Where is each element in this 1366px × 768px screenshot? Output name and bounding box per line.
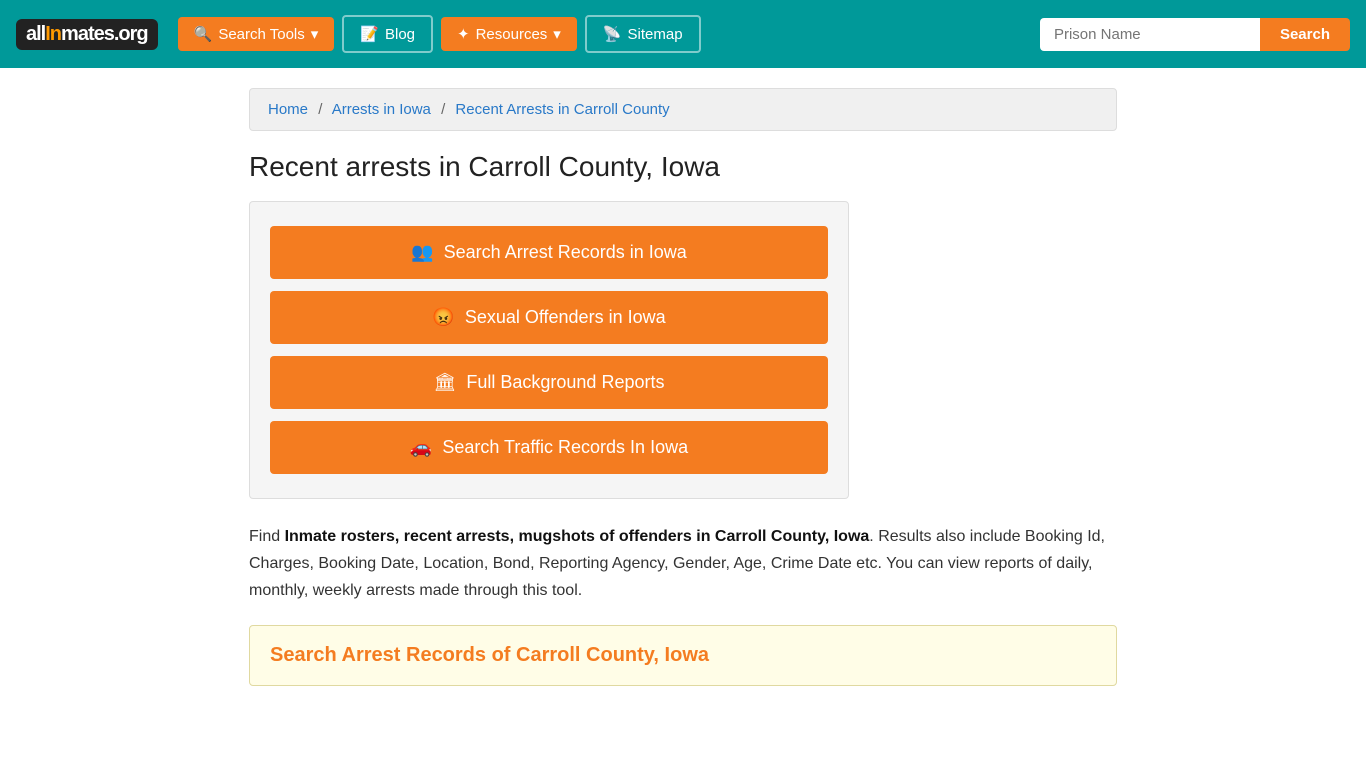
background-reports-button[interactable]: 🏛 Full Background Reports <box>270 356 828 409</box>
sexual-offenders-label: Sexual Offenders in Iowa <box>465 307 666 328</box>
traffic-records-label: Search Traffic Records In Iowa <box>442 437 688 458</box>
page-title: Recent arrests in Carroll County, Iowa <box>249 151 1117 183</box>
arrest-records-icon: 👥 <box>411 242 433 263</box>
blog-label: Blog <box>385 26 415 43</box>
dropdown-arrow-icon: ▾ <box>311 25 319 43</box>
site-logo[interactable]: allInmates.org <box>16 19 158 50</box>
resources-label: Resources <box>476 26 548 43</box>
main-content: Home / Arrests in Iowa / Recent Arrests … <box>233 68 1133 706</box>
description-bold: Inmate rosters, recent arrests, mugshots… <box>285 528 870 545</box>
sexual-offenders-button[interactable]: 😡 Sexual Offenders in Iowa <box>270 291 828 344</box>
breadcrumb: Home / Arrests in Iowa / Recent Arrests … <box>249 88 1117 131</box>
search-tools-button[interactable]: 🔍 Search Tools ▾ <box>178 17 335 51</box>
resources-icon: ✦ <box>457 25 470 43</box>
prison-name-input[interactable] <box>1040 18 1260 51</box>
traffic-records-button[interactable]: 🚗 Search Traffic Records In Iowa <box>270 421 828 474</box>
sitemap-icon: 📡 <box>603 25 622 43</box>
resources-button[interactable]: ✦ Resources ▾ <box>441 17 577 51</box>
navbar: allInmates.org 🔍 Search Tools ▾ 📝 Blog ✦… <box>0 0 1366 68</box>
traffic-records-icon: 🚗 <box>410 437 432 458</box>
blog-icon: 📝 <box>360 25 379 43</box>
resources-dropdown-icon: ▾ <box>553 25 561 43</box>
search-tools-icon: 🔍 <box>194 25 213 43</box>
page-description: Find Inmate rosters, recent arrests, mug… <box>249 523 1117 605</box>
prison-search-area: Search <box>1040 18 1350 51</box>
breadcrumb-arrests-iowa[interactable]: Arrests in Iowa <box>332 101 431 118</box>
breadcrumb-sep-1: / <box>318 101 322 118</box>
sitemap-label: Sitemap <box>628 26 683 43</box>
prison-search-button[interactable]: Search <box>1260 18 1350 51</box>
search-tools-label: Search Tools <box>218 26 304 43</box>
breadcrumb-home[interactable]: Home <box>268 101 308 118</box>
sexual-offenders-icon: 😡 <box>432 307 454 328</box>
action-button-panel: 👥 Search Arrest Records in Iowa 😡 Sexual Of… <box>249 201 849 499</box>
description-prefix: Find <box>249 528 285 545</box>
breadcrumb-current: Recent Arrests in Carroll County <box>455 101 669 118</box>
search-section-title: Search Arrest Records of Carroll County,… <box>270 644 1096 667</box>
prison-search-label: Search <box>1280 26 1330 43</box>
background-reports-icon: 🏛 <box>434 372 457 393</box>
sitemap-button[interactable]: 📡 Sitemap <box>585 15 701 53</box>
search-section: Search Arrest Records of Carroll County,… <box>249 625 1117 686</box>
arrest-records-label: Search Arrest Records in Iowa <box>444 242 687 263</box>
breadcrumb-sep-2: / <box>441 101 445 118</box>
arrest-records-button[interactable]: 👥 Search Arrest Records in Iowa <box>270 226 828 279</box>
background-reports-label: Full Background Reports <box>466 372 664 393</box>
blog-button[interactable]: 📝 Blog <box>342 15 433 53</box>
